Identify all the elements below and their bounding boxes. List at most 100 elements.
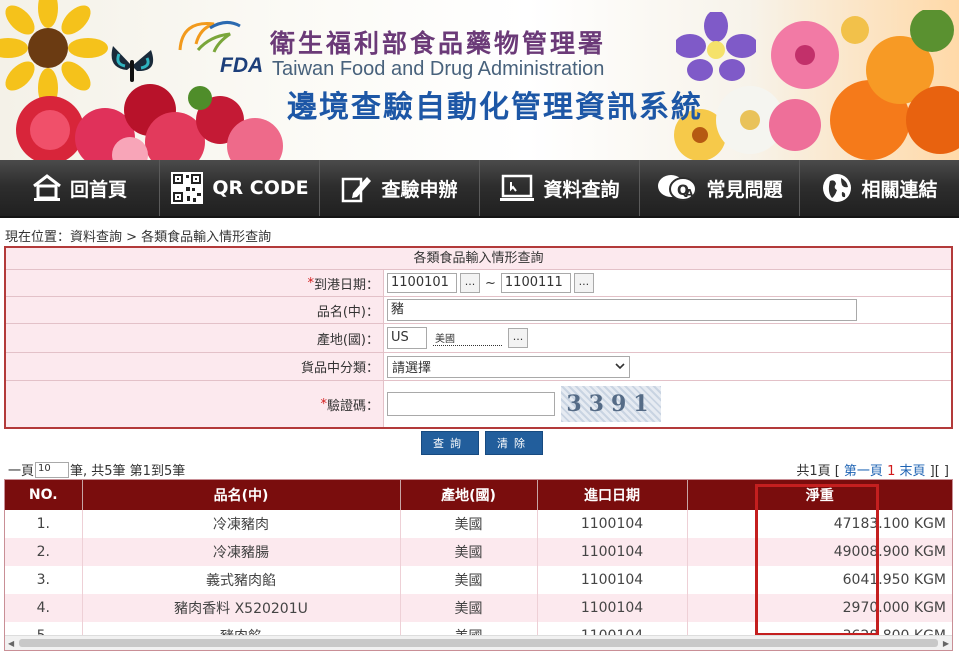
agency-title-english: Taiwan Food and Drug Administration bbox=[272, 58, 605, 80]
nav-item-inspection-application[interactable]: 查驗申辦 bbox=[320, 160, 480, 216]
last-page-link[interactable]: 末頁 bbox=[900, 464, 926, 479]
nav-item-label: 資料查詢 bbox=[543, 178, 620, 201]
horizontal-scrollbar[interactable]: ◀ ▶ bbox=[5, 635, 952, 650]
query-button[interactable]: 查詢 bbox=[421, 431, 479, 455]
arrival-date-label: 到港日期： bbox=[313, 277, 379, 293]
results-table-container: NO. 品名(中) 產地(國) 進口日期 淨重 1. 冷凍豬肉 美國 11001… bbox=[4, 479, 953, 651]
product-name-value-cell: 豬 bbox=[384, 297, 951, 323]
page-size-prefix: 一頁 bbox=[8, 464, 35, 479]
row-number: 1. bbox=[5, 510, 83, 538]
category-selected-text: 請選擇 bbox=[392, 361, 432, 376]
nav-item-label: 相關連結 bbox=[861, 178, 938, 201]
monitor-icon bbox=[500, 174, 535, 201]
form-title: 各類食品輸入情形查詢 bbox=[6, 248, 951, 270]
column-header-no: NO. bbox=[5, 480, 83, 510]
pagination: 共1頁 [ 第一頁 1 末頁 ][ ] bbox=[796, 460, 949, 479]
table-row: 4. 豬肉香料 X520201U 美國 1100104 2970.000 KGM bbox=[5, 594, 952, 622]
arrival-date-to-input[interactable]: 1100111 bbox=[500, 273, 571, 293]
nav-item-qr-code[interactable]: QR CODE bbox=[160, 160, 320, 216]
record-summary: 筆, 共5筆 第1到5筆 bbox=[70, 464, 186, 479]
agency-title-chinese: 衛生福利部食品藥物管理署 bbox=[270, 29, 607, 58]
row-number: 4. bbox=[5, 594, 83, 622]
scroll-left-arrow-icon[interactable]: ◀ bbox=[8, 639, 14, 648]
fda-logo-text: FDA bbox=[220, 54, 264, 77]
product-name-cell: 義式豬肉餡 bbox=[82, 566, 401, 594]
arrival-date-row: * 到港日期： 1100101 ... ~ 1100111 ... bbox=[6, 270, 951, 297]
column-header-net-weight: 淨重 bbox=[687, 480, 952, 510]
date-range-separator: ~ bbox=[485, 275, 496, 291]
form-buttons: 查詢 清除 bbox=[421, 431, 543, 455]
captcha-input[interactable] bbox=[387, 392, 555, 416]
mixed-flowers-decoration-icon bbox=[674, 10, 959, 160]
column-header-import-date: 進口日期 bbox=[537, 480, 688, 510]
header-banner: FDA 衛生福利部食品藥物管理署 Taiwan Food and Drug Ad… bbox=[0, 0, 959, 160]
table-row: 3. 義式豬肉餡 美國 1100104 6041.950 KGM bbox=[5, 566, 952, 594]
scroll-right-arrow-icon[interactable]: ▶ bbox=[943, 639, 949, 648]
nav-item-label: 常見問題 bbox=[706, 178, 783, 201]
arrival-date-from-input[interactable]: 1100101 bbox=[387, 273, 457, 293]
category-select[interactable]: 請選擇 bbox=[387, 355, 630, 378]
column-header-product-name: 品名(中) bbox=[82, 480, 401, 510]
system-title: 邊境查驗自動化管理資訊系統 bbox=[287, 90, 703, 125]
captcha-value-cell: 3391 bbox=[384, 381, 951, 427]
breadcrumb: 現在位置：資料查詢 > 各類食品輸入情形查詢 bbox=[5, 230, 272, 245]
origin-picker-button[interactable]: ... bbox=[508, 328, 528, 348]
import-date-cell: 1100104 bbox=[537, 594, 688, 622]
main-nav: 回首頁 QR CODE 查驗申辦 資料查詢 Q A 常見問題 相關連結 bbox=[0, 160, 959, 218]
arrival-date-value-cell: 1100101 ... ~ 1100111 ... bbox=[384, 270, 951, 296]
arrival-date-label-cell: * 到港日期： bbox=[6, 270, 384, 296]
first-page-link[interactable]: 第一頁 bbox=[844, 464, 883, 479]
import-date-cell: 1100104 bbox=[537, 510, 688, 538]
captcha-image: 3391 bbox=[561, 386, 661, 422]
home-icon bbox=[33, 174, 61, 201]
net-weight-cell: 47183.100 KGM bbox=[687, 510, 952, 538]
table-header-row: NO. 品名(中) 產地(國) 進口日期 淨重 bbox=[5, 480, 952, 510]
nav-item-data-query[interactable]: 資料查詢 bbox=[480, 160, 640, 216]
qr-code-icon bbox=[171, 172, 204, 204]
nav-item-label: 查驗申辦 bbox=[381, 178, 458, 201]
globe-icon bbox=[823, 174, 852, 202]
query-form: 各類食品輸入情形查詢 * 到港日期： 1100101 ... ~ 1100111… bbox=[4, 246, 953, 429]
nav-item-label: 回首頁 bbox=[69, 178, 127, 201]
product-name-cell: 冷凍豬腸 bbox=[82, 538, 401, 566]
import-date-cell: 1100104 bbox=[537, 566, 688, 594]
product-name-cell: 豬肉香料 X520201U bbox=[82, 594, 401, 622]
scrollbar-thumb[interactable] bbox=[19, 639, 938, 647]
origin-cell: 美國 bbox=[400, 594, 538, 622]
page-size-input[interactable]: 10 bbox=[35, 461, 70, 478]
product-name-cell: 冷凍豬肉 bbox=[82, 510, 401, 538]
nav-item-faq[interactable]: Q A 常見問題 bbox=[640, 160, 800, 216]
clear-button[interactable]: 清除 bbox=[485, 431, 543, 455]
net-weight-cell: 2970.000 KGM bbox=[687, 594, 952, 622]
roses-decoration-icon bbox=[16, 84, 283, 160]
category-row: 貨品中分類： 請選擇 bbox=[6, 353, 951, 381]
table-row: 1. 冷凍豬肉 美國 1100104 47183.100 KGM bbox=[5, 510, 952, 538]
row-number: 2. bbox=[5, 538, 83, 566]
captcha-label-cell: * 驗證碼： bbox=[6, 381, 384, 427]
nav-item-home[interactable]: 回首頁 bbox=[0, 160, 160, 216]
nav-item-related-links[interactable]: 相關連結 bbox=[800, 160, 959, 216]
page-size-control: 一頁 10 筆, 共5筆 第1到5筆 bbox=[8, 460, 185, 479]
import-date-cell: 1100104 bbox=[537, 538, 688, 566]
svg-text:A: A bbox=[685, 187, 694, 200]
origin-code-input[interactable]: US bbox=[387, 327, 427, 349]
captcha-row: * 驗證碼： 3391 bbox=[6, 381, 951, 427]
product-name-input[interactable]: 豬 bbox=[387, 299, 857, 321]
chevron-down-icon bbox=[615, 363, 625, 370]
captcha-label: 驗證碼： bbox=[326, 398, 379, 414]
origin-row: 產地(國)： US 美國 ... bbox=[6, 324, 951, 353]
net-weight-cell: 49008.900 KGM bbox=[687, 538, 952, 566]
row-number: 3. bbox=[5, 566, 83, 594]
origin-value-cell: US 美國 ... bbox=[384, 324, 951, 352]
chat-question-icon: Q A bbox=[658, 175, 698, 201]
product-name-label: 品名(中)： bbox=[6, 297, 384, 323]
arrival-date-from-picker-button[interactable]: ... bbox=[460, 273, 480, 293]
category-value-cell: 請選擇 bbox=[384, 353, 951, 380]
pagination-total: 共1頁 [ bbox=[796, 464, 844, 479]
column-header-origin: 產地(國) bbox=[400, 480, 538, 510]
current-page-number: 1 bbox=[887, 464, 896, 479]
arrival-date-to-picker-button[interactable]: ... bbox=[573, 273, 594, 293]
origin-cell: 美國 bbox=[400, 510, 538, 538]
origin-label: 產地(國)： bbox=[6, 324, 384, 352]
nav-item-label: QR CODE bbox=[212, 177, 309, 199]
